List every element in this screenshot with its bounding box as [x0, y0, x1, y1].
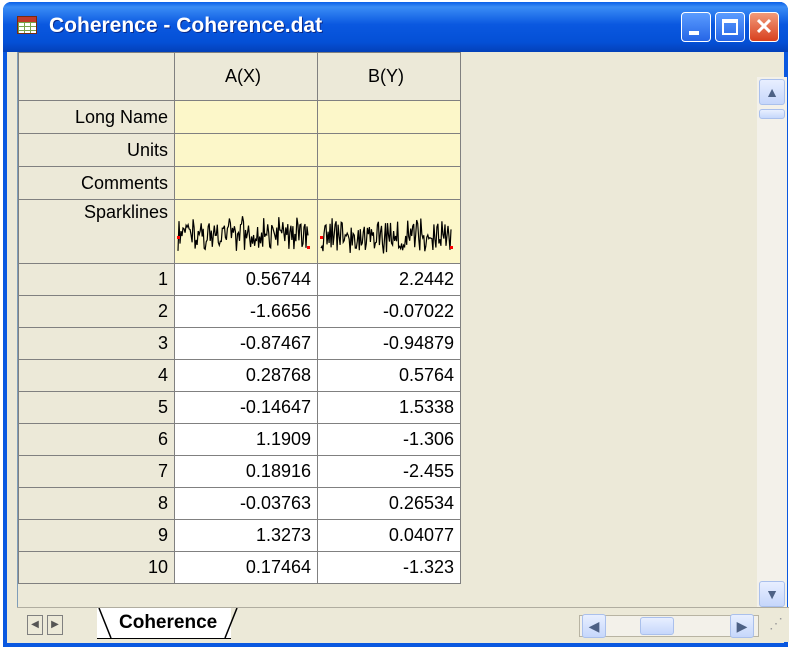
sparkline-marker: [320, 235, 323, 239]
window-title: Coherence - Coherence.dat: [49, 14, 323, 37]
column-header-b[interactable]: B(Y): [317, 52, 461, 101]
row-index-cell[interactable]: 5: [18, 391, 175, 424]
sparkline-a: [177, 215, 310, 251]
cell-b[interactable]: -2.455: [317, 455, 461, 488]
units-cell-b[interactable]: [317, 133, 461, 167]
scroll-right-button[interactable]: ▶: [730, 614, 754, 638]
cell-b[interactable]: 0.5764: [317, 359, 461, 392]
table-row: 3 -0.87467 -0.94879: [18, 327, 461, 360]
close-icon: ✕: [754, 14, 774, 39]
minimize-button[interactable]: [681, 12, 711, 42]
vertical-scrollbar[interactable]: ▲ ▼: [757, 77, 787, 609]
worksheet-icon[interactable]: [17, 16, 37, 34]
cell-a[interactable]: 0.28768: [174, 359, 318, 392]
row-index-cell[interactable]: 6: [18, 423, 175, 456]
worksheet-window: Coherence - Coherence.dat ✕ A(X) B(Y) Lo…: [3, 2, 789, 647]
table-row: 10 0.17464 -1.323: [18, 551, 461, 584]
triangle-left-icon: ◀: [31, 619, 39, 630]
row-index-cell[interactable]: 2: [18, 295, 175, 328]
cell-b[interactable]: 0.26534: [317, 487, 461, 520]
triangle-right-icon: ▶: [51, 619, 59, 630]
scroll-left-button[interactable]: ◀: [582, 614, 606, 638]
chevron-down-icon: ▼: [765, 586, 779, 602]
cell-b[interactable]: -0.07022: [317, 295, 461, 328]
row-label-units[interactable]: Units: [18, 133, 175, 167]
table-row: 4 0.28768 0.5764: [18, 359, 461, 392]
table-row: 2 -1.6656 -0.07022: [18, 295, 461, 328]
worksheet-grid-area: A(X) B(Y) Long Name Units Comments Spark…: [17, 52, 761, 607]
sparkline-marker: [450, 245, 453, 249]
row-index-cell[interactable]: 9: [18, 519, 175, 552]
table-row: 9 1.3273 0.04077: [18, 519, 461, 552]
title-bar[interactable]: Coherence - Coherence.dat ✕: [3, 2, 788, 52]
row-index-cell[interactable]: 1: [18, 263, 175, 296]
close-button[interactable]: ✕: [749, 12, 779, 42]
row-index-cell[interactable]: 4: [18, 359, 175, 392]
corner-cell[interactable]: [18, 52, 175, 101]
scroll-up-button[interactable]: ▲: [759, 79, 785, 105]
long-name-cell-a[interactable]: [174, 100, 318, 134]
units-cell-a[interactable]: [174, 133, 318, 167]
worksheet-table: A(X) B(Y) Long Name Units Comments Spark…: [18, 52, 461, 584]
sheet-tab-coherence[interactable]: Coherence: [97, 608, 238, 639]
resize-grip-icon[interactable]: ⋰: [769, 615, 790, 637]
cell-a[interactable]: -0.87467: [174, 327, 318, 360]
chevron-left-icon: ◀: [588, 618, 600, 634]
cell-b[interactable]: 0.04077: [317, 519, 461, 552]
chevron-up-icon: ▲: [765, 84, 779, 100]
row-label-comments[interactable]: Comments: [18, 166, 175, 200]
row-index-cell[interactable]: 3: [18, 327, 175, 360]
scroll-down-button[interactable]: ▼: [759, 581, 785, 607]
sparkline-marker: [177, 235, 180, 239]
cell-b[interactable]: 2.2442: [317, 263, 461, 296]
row-index-cell[interactable]: 10: [18, 551, 175, 584]
cell-a[interactable]: 0.18916: [174, 455, 318, 488]
sparkline-cell-b[interactable]: [317, 199, 461, 264]
row-label-sparklines[interactable]: Sparklines: [18, 199, 175, 264]
cell-a[interactable]: 0.17464: [174, 551, 318, 584]
long-name-cell-b[interactable]: [317, 100, 461, 134]
maximize-icon: [722, 19, 738, 35]
minimize-icon: [689, 31, 699, 35]
cell-b[interactable]: 1.5338: [317, 391, 461, 424]
sparkline-cell-a[interactable]: [174, 199, 318, 264]
column-header-a[interactable]: A(X): [174, 52, 318, 101]
horizontal-scrollbar[interactable]: ◀ ▶: [579, 614, 759, 638]
cell-a[interactable]: -1.6656: [174, 295, 318, 328]
table-row: 7 0.18916 -2.455: [18, 455, 461, 488]
comments-cell-b[interactable]: [317, 166, 461, 200]
sheet-next-button[interactable]: ▶: [47, 615, 63, 635]
cell-b[interactable]: -1.323: [317, 551, 461, 584]
table-row: 5 -0.14647 1.5338: [18, 391, 461, 424]
sparkline-b: [320, 217, 453, 253]
cell-b[interactable]: -0.94879: [317, 327, 461, 360]
row-index-cell[interactable]: 8: [18, 487, 175, 520]
sheet-prev-button[interactable]: ◀: [27, 615, 43, 635]
chevron-right-icon: ▶: [736, 618, 748, 634]
sheet-tab-label: Coherence: [119, 612, 218, 633]
sparkline-path: [320, 217, 452, 253]
sparkline-path: [177, 215, 309, 251]
row-index-cell[interactable]: 7: [18, 455, 175, 488]
cell-a[interactable]: 0.56744: [174, 263, 318, 296]
cell-a[interactable]: -0.03763: [174, 487, 318, 520]
cell-b[interactable]: -1.306: [317, 423, 461, 456]
vertical-scroll-thumb[interactable]: [759, 109, 785, 119]
table-row: 8 -0.03763 0.26534: [18, 487, 461, 520]
table-row: 6 1.1909 -1.306: [18, 423, 461, 456]
row-label-long-name[interactable]: Long Name: [18, 100, 175, 134]
table-row: 1 0.56744 2.2442: [18, 263, 461, 296]
maximize-button[interactable]: [715, 12, 745, 42]
horizontal-scroll-thumb[interactable]: [640, 617, 674, 635]
cell-a[interactable]: 1.3273: [174, 519, 318, 552]
comments-cell-a[interactable]: [174, 166, 318, 200]
sheet-tab-bar: ◀ ▶ Coherence ◀ ▶ ⋰: [17, 607, 789, 642]
cell-a[interactable]: -0.14647: [174, 391, 318, 424]
cell-a[interactable]: 1.1909: [174, 423, 318, 456]
sparkline-marker: [307, 245, 310, 249]
